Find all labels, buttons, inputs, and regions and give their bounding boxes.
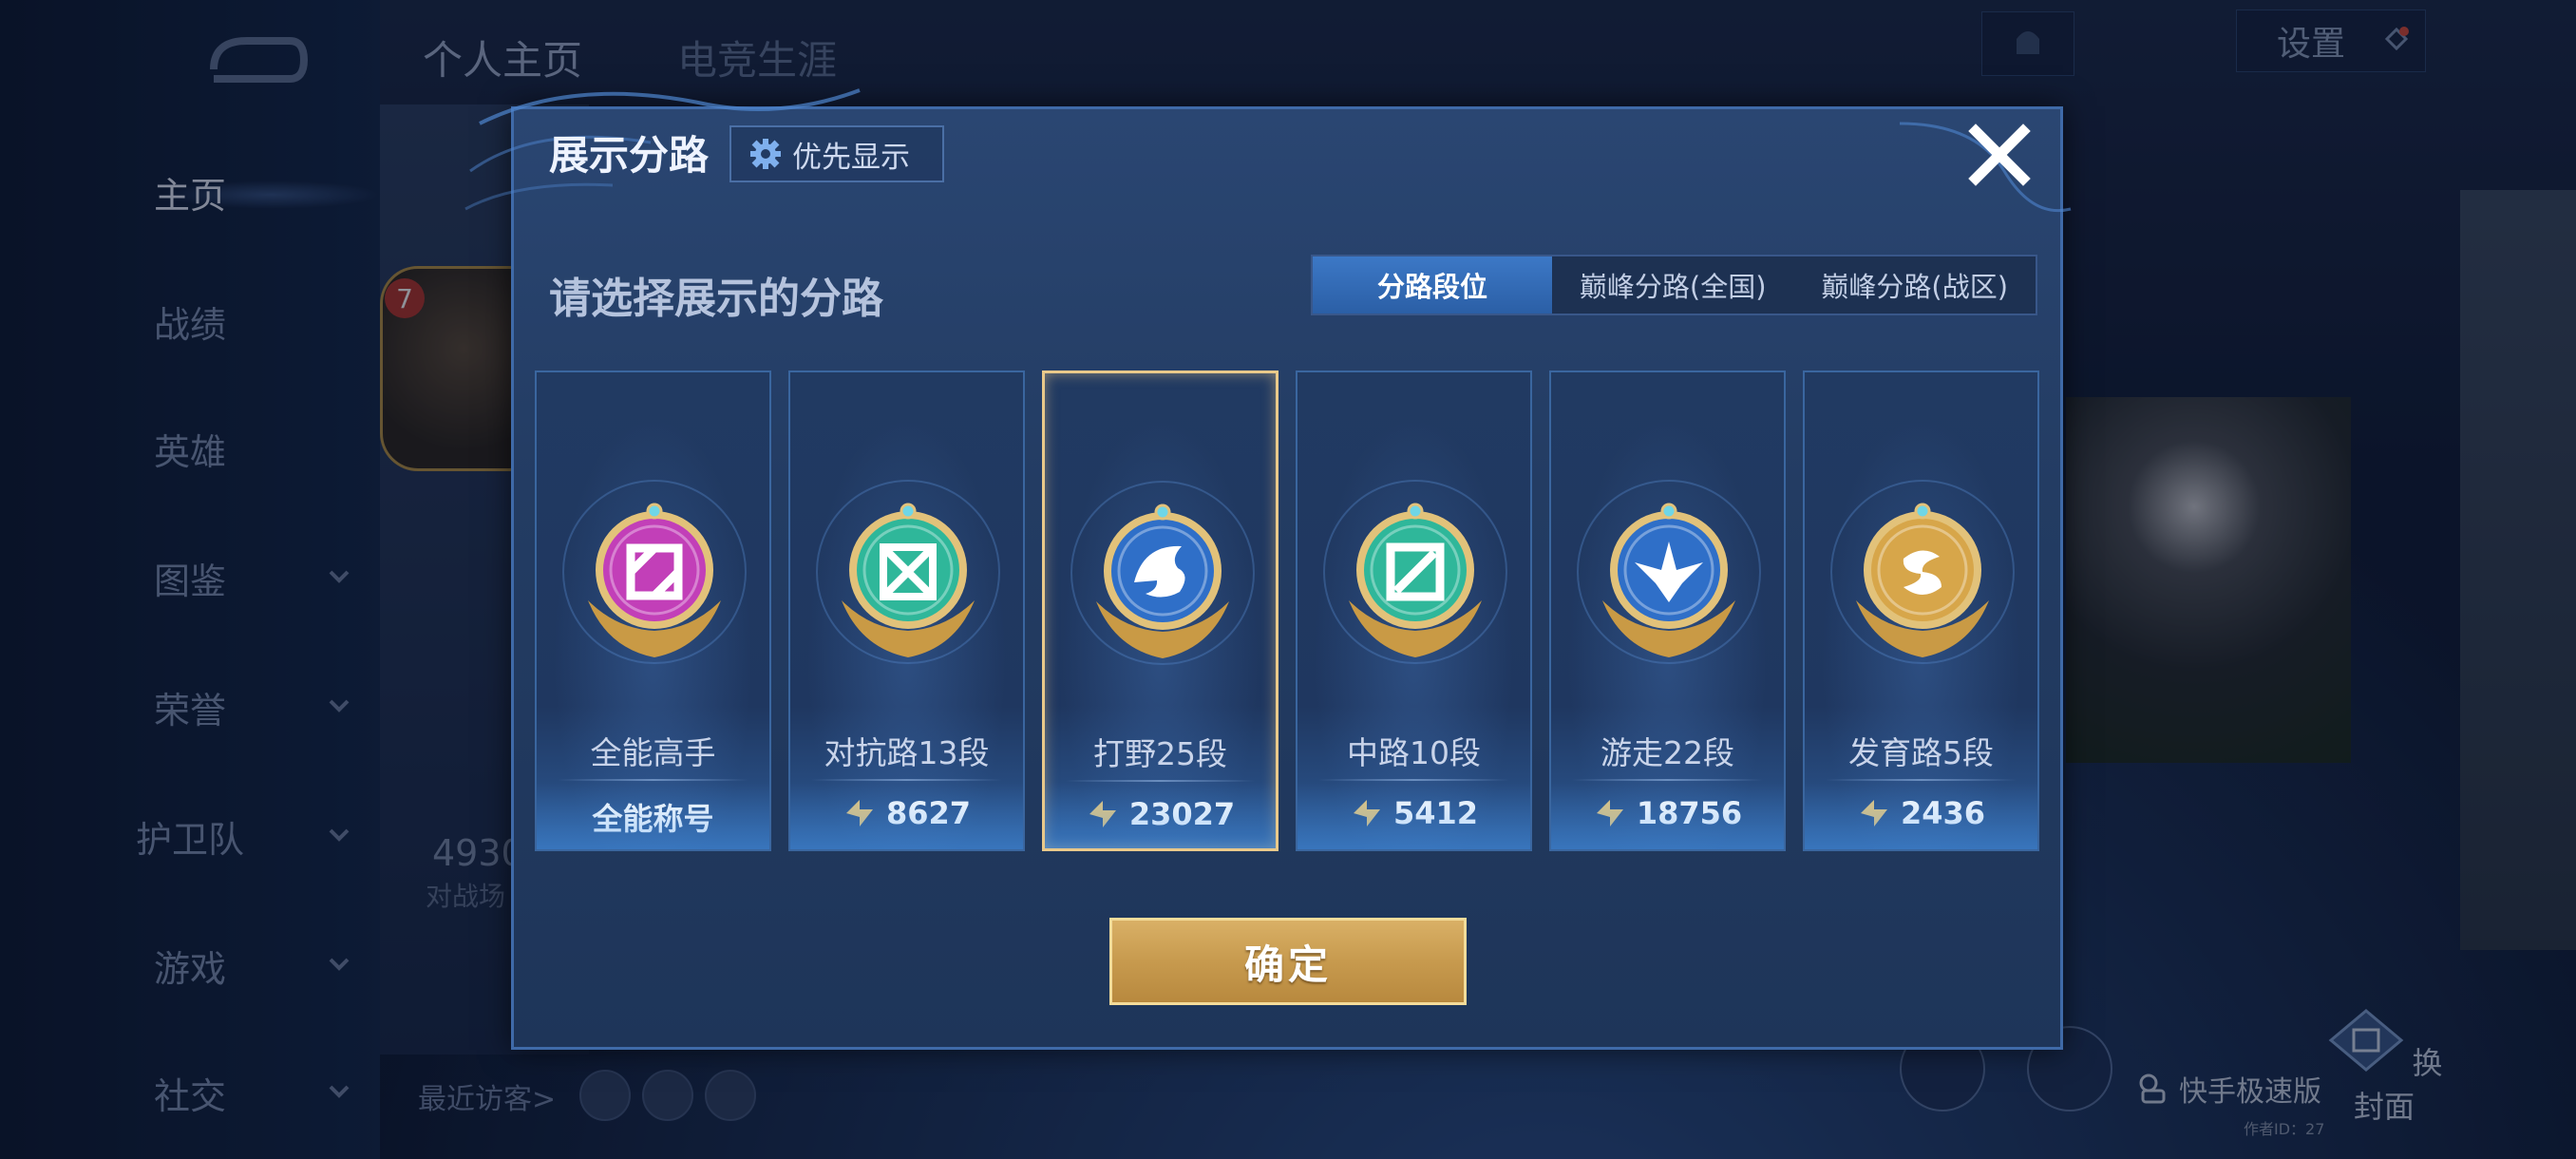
- all-round-icon: [562, 480, 747, 664]
- clash-lane-icon: [816, 480, 1000, 664]
- lane-card[interactable]: 游走22段18756: [1549, 370, 1786, 851]
- segment-tabs: 分路段位 巅峰分路(全国) 巅峰分路(战区): [1311, 255, 2037, 315]
- rank-badge: [1818, 467, 2027, 676]
- jungle-icon: [1070, 481, 1255, 665]
- lane-cards: 全能高手全能称号对抗路13段8627打野25段23027中路10段5412游走2…: [535, 370, 2039, 851]
- farm-lane-icon: [1830, 480, 2015, 664]
- card-glow: [1551, 783, 1784, 849]
- priority-display-button[interactable]: 优先显示: [729, 125, 944, 182]
- divider: [811, 779, 1002, 781]
- roam-icon: [1577, 480, 1761, 664]
- mid-lane-icon: [1323, 480, 1507, 664]
- tab-peak-lane-national[interactable]: 巅峰分路(全国): [1552, 256, 1794, 314]
- divider: [1572, 779, 1763, 781]
- lane-rank-label: 打野25段: [1093, 735, 1227, 772]
- lane-card[interactable]: 对抗路13段8627: [788, 370, 1025, 851]
- lane-rank-label: 中路10段: [1347, 734, 1481, 771]
- lane-card[interactable]: 打野25段23027: [1042, 370, 1279, 851]
- rank-badge: [804, 467, 1013, 676]
- lane-rank-label: 游走22段: [1601, 734, 1734, 771]
- gear-icon: [750, 139, 781, 169]
- card-glow: [1805, 783, 2037, 849]
- lane-card[interactable]: 全能高手全能称号: [535, 370, 771, 851]
- divider: [558, 779, 748, 781]
- card-glow: [537, 783, 769, 849]
- rank-badge: [1058, 468, 1267, 677]
- rank-badge: [550, 467, 759, 676]
- lane-rank-label: 全能高手: [590, 734, 716, 771]
- dialog-title: 展示分路: [549, 132, 710, 179]
- rank-badge: [1311, 467, 1520, 676]
- close-icon[interactable]: [1966, 122, 2033, 188]
- lane-card[interactable]: 发育路5段2436: [1803, 370, 2039, 851]
- tab-peak-lane-region[interactable]: 巅峰分路(战区): [1794, 256, 2036, 314]
- priority-display-label: 优先显示: [792, 140, 910, 175]
- divider: [1318, 779, 1509, 781]
- rank-badge: [1564, 467, 1773, 676]
- lane-rank-label: 对抗路13段: [824, 734, 990, 771]
- lane-card[interactable]: 中路10段5412: [1296, 370, 1532, 851]
- divider: [1826, 779, 2017, 781]
- card-glow: [1045, 782, 1276, 848]
- card-glow: [1297, 783, 1530, 849]
- tab-lane-rank[interactable]: 分路段位: [1313, 256, 1552, 314]
- confirm-button[interactable]: 确定: [1109, 918, 1467, 1005]
- dialog-subtitle: 请选择展示的分路: [549, 275, 883, 323]
- lane-rank-label: 发育路5段: [1848, 734, 1994, 771]
- card-glow: [790, 783, 1023, 849]
